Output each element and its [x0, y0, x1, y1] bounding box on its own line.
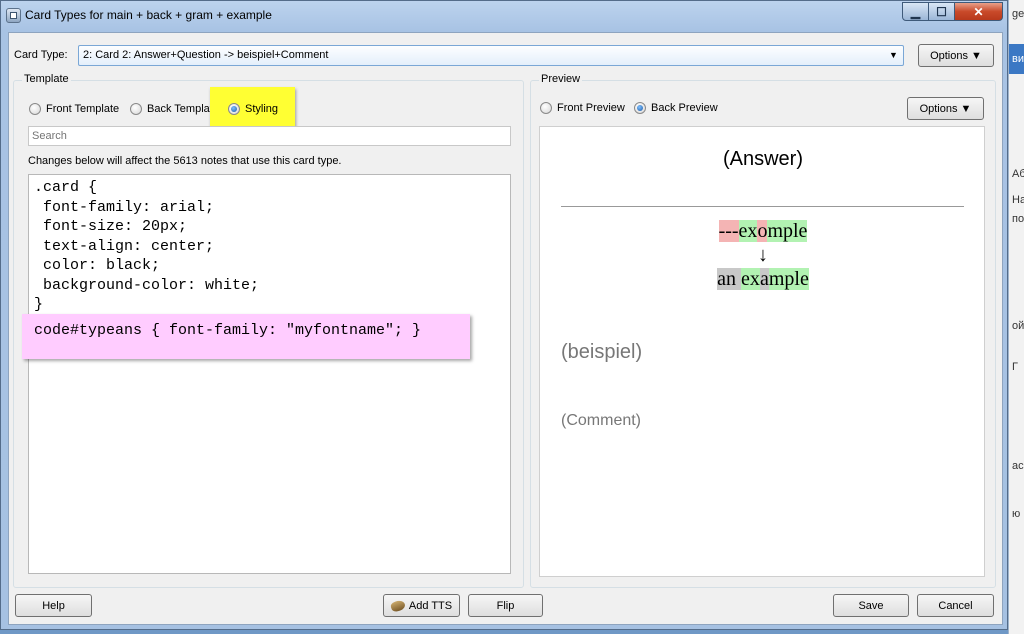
help-button[interactable]: Help	[15, 594, 92, 617]
background-app-text: ge	[1012, 8, 1024, 20]
background-app-text: ас	[1012, 460, 1024, 472]
radio-icon	[130, 103, 142, 115]
app-icon	[6, 8, 21, 23]
comment-field: (Comment)	[561, 412, 642, 429]
back-template-label: Back Template	[147, 103, 219, 115]
back-preview-label: Back Preview	[651, 102, 718, 114]
background-app-text: Аб	[1012, 168, 1024, 180]
title-bar[interactable]: Card Types for main + back + gram + exam…	[1, 1, 1009, 31]
preview-options-button[interactable]: Options ▼	[907, 97, 984, 120]
card-type-value: 2: Card 2: Answer+Question -> beispiel+C…	[83, 49, 329, 61]
preview-group-title: Preview	[539, 73, 583, 85]
diff-segment: an	[717, 268, 742, 290]
save-button[interactable]: Save	[833, 594, 909, 617]
background-app-tab: ви	[1009, 44, 1024, 74]
css-line: font-family: arial;	[34, 198, 215, 216]
answer-divider	[561, 206, 964, 207]
dialog-client-area: Card Type: 2: Card 2: Answer+Question ->…	[8, 32, 1003, 625]
diff-segment: o	[757, 220, 768, 242]
background-app-text: ой	[1012, 320, 1024, 332]
close-button[interactable]: ✕	[954, 2, 1003, 21]
css-line: background-color: white;	[34, 276, 260, 294]
diff-segment: ex	[741, 268, 760, 290]
diff-segment: ex	[738, 220, 758, 242]
css-line: }	[34, 296, 44, 313]
card-type-options-button[interactable]: Options ▼	[918, 44, 994, 67]
flip-button[interactable]: Flip	[468, 594, 543, 617]
card-type-dropdown[interactable]: 2: Card 2: Answer+Question -> beispiel+C…	[78, 45, 904, 66]
background-app-text: по	[1012, 213, 1024, 225]
back-template-radio[interactable]: Back Template	[130, 103, 219, 115]
front-preview-label: Front Preview	[557, 102, 625, 114]
search-input[interactable]	[28, 126, 511, 146]
background-app-text: ю Р	[1012, 508, 1024, 520]
radio-icon	[29, 103, 41, 115]
diff-segment: mple	[768, 268, 809, 290]
down-arrow-icon: ↓	[758, 244, 768, 266]
answer-heading: (Answer)	[722, 148, 803, 170]
minimize-button[interactable]: ▁	[902, 2, 929, 21]
add-tts-label: Add TTS	[408, 599, 453, 612]
background-app-strip: ge ви Аб На по ой Г ас ю Р	[1008, 0, 1024, 634]
diff-segment: mple	[767, 220, 808, 242]
correct-answer-comparison: an example	[540, 267, 984, 291]
front-template-label: Front Template	[46, 103, 120, 115]
cancel-button[interactable]: Cancel	[917, 594, 994, 617]
css-line: color: black;	[34, 257, 161, 274]
diff-segment: ---	[718, 220, 739, 242]
css-line: text-align: center;	[34, 237, 215, 255]
preview-pane: (Answer) ---exomple ↓ an example (beispi…	[539, 126, 985, 577]
radio-icon	[634, 102, 646, 114]
add-tts-button[interactable]: Add TTS	[383, 594, 460, 617]
typeans-css-highlight: code#typeans { font-family: "myfontname"…	[22, 314, 470, 359]
notes-affected-notice: Changes below will affect the 5613 notes…	[28, 155, 342, 167]
radio-icon	[540, 102, 552, 114]
speaker-icon	[389, 598, 407, 613]
css-editor[interactable]: .card { font-family: arial; font-size: 2…	[28, 174, 511, 574]
css-line: .card {	[34, 179, 98, 196]
front-template-radio[interactable]: Front Template	[29, 103, 119, 115]
card-types-window: Card Types for main + back + gram + exam…	[0, 0, 1008, 630]
background-app-text: Г	[1012, 361, 1018, 373]
card-type-label: Card Type:	[14, 49, 68, 61]
radio-icon	[228, 103, 240, 115]
background-app-text: На	[1012, 194, 1024, 206]
styling-radio[interactable]: Styling	[228, 103, 278, 115]
template-group-title: Template	[22, 73, 71, 85]
maximize-button[interactable]: ☐	[928, 2, 955, 21]
diff-segment: a	[759, 268, 769, 290]
typed-answer-comparison: ---exomple	[540, 219, 984, 243]
window-title: Card Types for main + back + gram + exam…	[25, 8, 272, 22]
beispiel-field: (beispiel)	[561, 341, 643, 363]
css-line: font-size: 20px;	[34, 218, 188, 235]
chevron-down-icon: ▼	[889, 50, 898, 60]
back-preview-radio[interactable]: Back Preview	[634, 102, 718, 114]
typeans-css-line: code#typeans { font-family: "myfontname"…	[34, 322, 422, 339]
styling-label: Styling	[245, 103, 279, 115]
front-preview-radio[interactable]: Front Preview	[540, 102, 625, 114]
